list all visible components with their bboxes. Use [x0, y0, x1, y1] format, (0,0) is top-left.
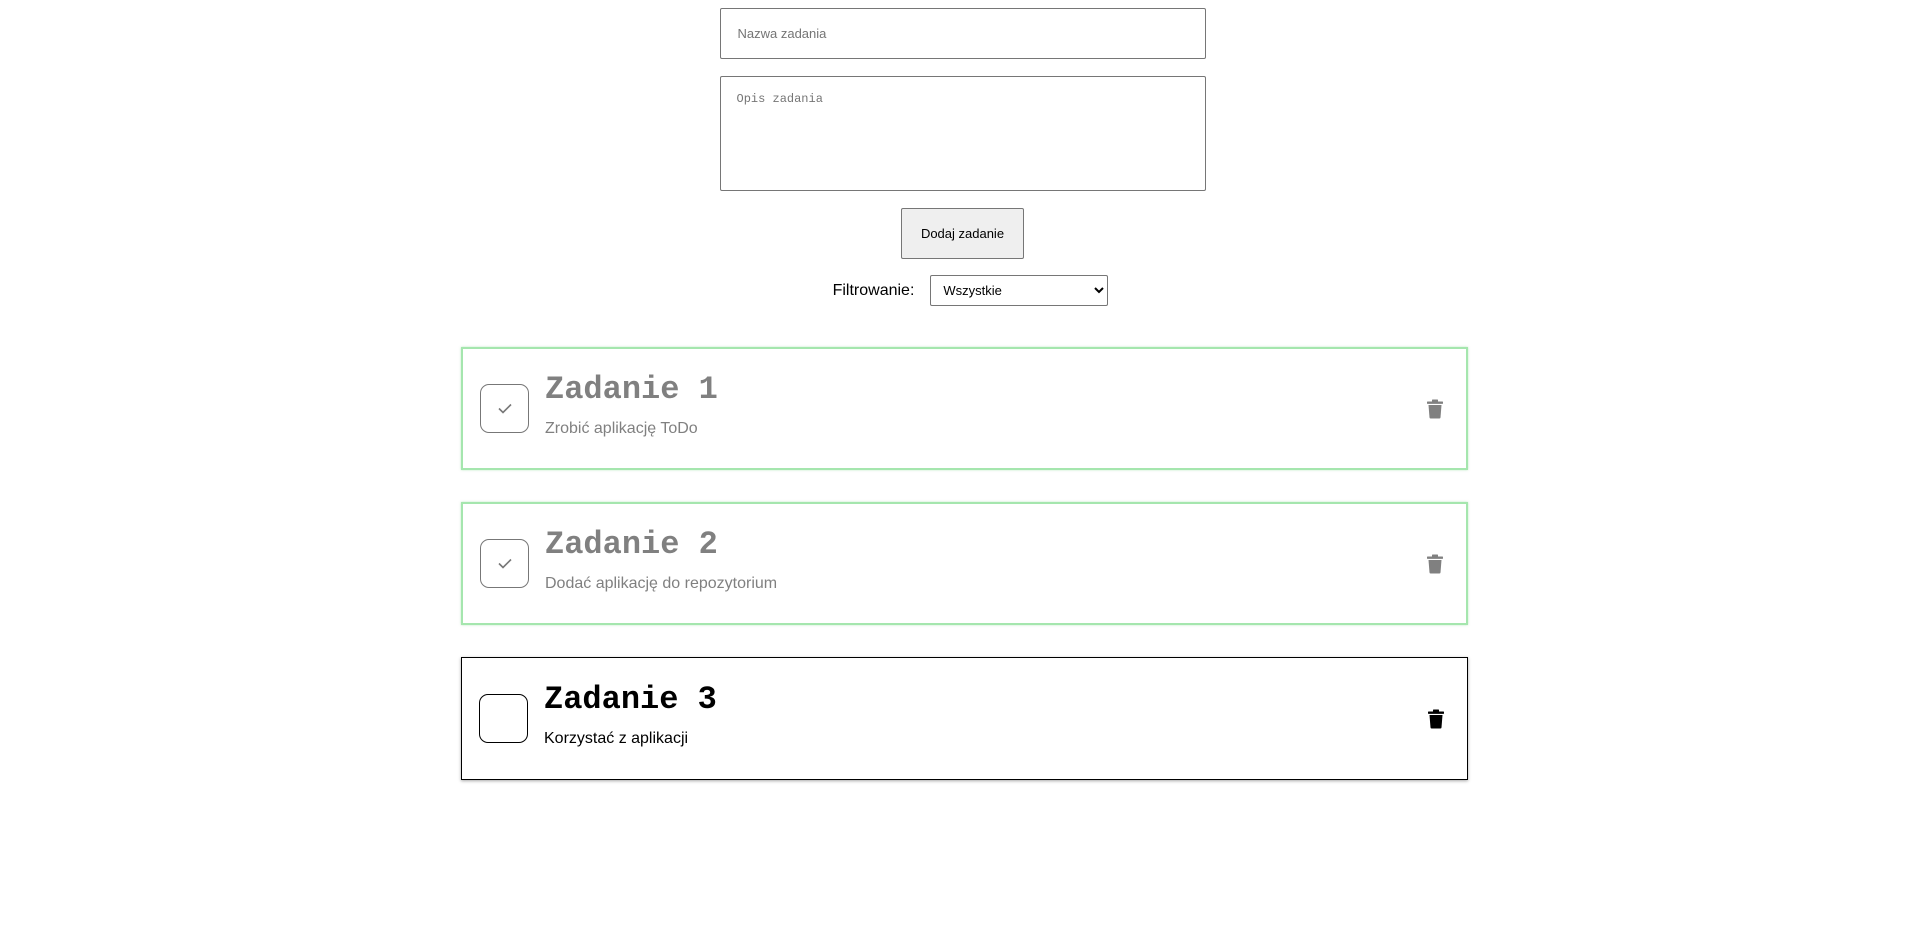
- task-card: Zadanie 1 Zrobić aplikację ToDo: [461, 347, 1468, 470]
- task-checkbox[interactable]: [480, 384, 529, 433]
- task-text: Zadanie 2 Dodać aplikację do repozytoriu…: [545, 526, 778, 593]
- task-description-input[interactable]: [719, 76, 1206, 191]
- task-description: Dodać aplikację do repozytorium: [545, 574, 778, 592]
- task-checkbox[interactable]: [479, 694, 528, 743]
- add-task-button[interactable]: Dodaj zadanie: [901, 208, 1024, 259]
- task-checkbox[interactable]: [480, 539, 529, 588]
- task-description: Zrobić aplikację ToDo: [545, 419, 698, 437]
- trash-icon[interactable]: [1428, 709, 1444, 728]
- todo-app: Dodaj zadanie Filtrowanie: Wszystkie Zad…: [0, 8, 1913, 951]
- task-title: Zadanie 2: [545, 525, 718, 563]
- task-card: Zadanie 3 Korzystać z aplikacji: [461, 657, 1468, 780]
- task-card: Zadanie 2 Dodać aplikację do repozytoriu…: [461, 502, 1468, 625]
- task-text: Zadanie 3 Korzystać z aplikacji: [544, 681, 717, 748]
- trash-icon[interactable]: [1427, 399, 1443, 418]
- task-title: Zadanie 1: [545, 370, 718, 408]
- filter-row: Filtrowanie: Wszystkie: [833, 275, 1109, 306]
- filter-label: Filtrowanie:: [832, 281, 915, 299]
- task-text: Zadanie 1 Zrobić aplikację ToDo: [545, 371, 718, 438]
- task-description: Korzystać z aplikacji: [544, 729, 689, 747]
- check-icon: [497, 403, 512, 414]
- trash-icon[interactable]: [1427, 554, 1443, 573]
- check-icon: [497, 558, 512, 569]
- filter-select[interactable]: Wszystkie: [930, 275, 1109, 306]
- task-name-input[interactable]: [719, 8, 1206, 59]
- task-title: Zadanie 3: [544, 680, 717, 718]
- task-list: Zadanie 1 Zrobić aplikację ToDo Zadanie …: [461, 347, 1468, 812]
- add-task-form: Dodaj zadanie Filtrowanie: Wszystkie: [719, 8, 1206, 306]
